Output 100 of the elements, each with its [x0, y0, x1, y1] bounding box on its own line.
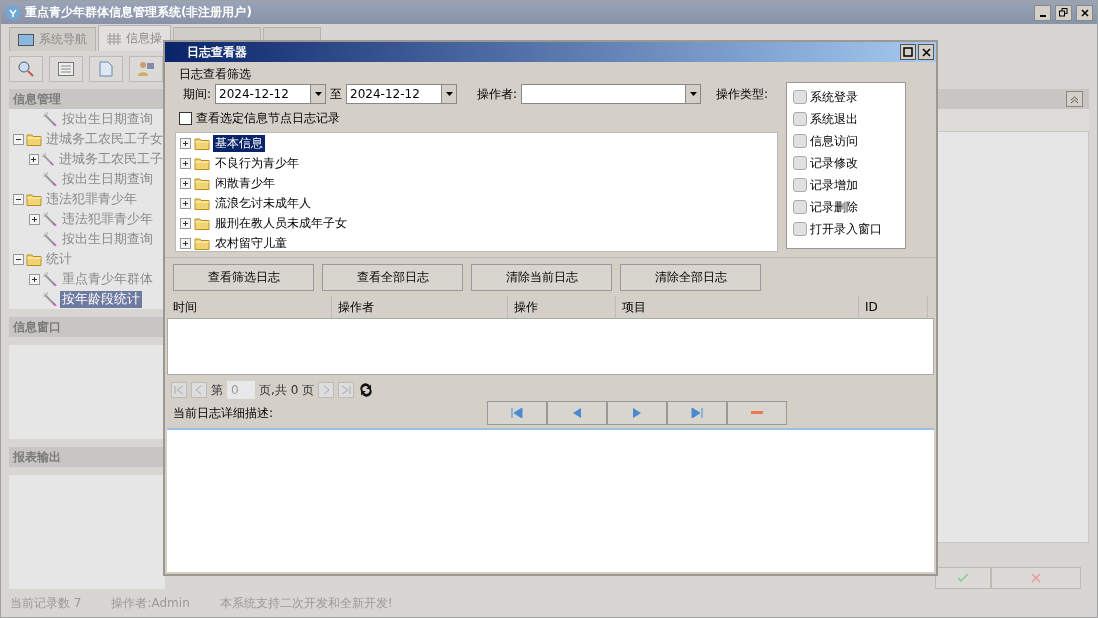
- previous-icon: [573, 408, 581, 418]
- tree-item[interactable]: 农村留守儿童: [213, 234, 289, 251]
- tree-item[interactable]: 流浪乞讨未成年人: [213, 194, 313, 212]
- checkbox-label[interactable]: 系统登录: [810, 88, 858, 106]
- status-text: 当前记录数 7: [10, 594, 82, 612]
- action-button[interactable]: 查看筛选日志: [173, 264, 314, 291]
- tree-item[interactable]: 基本信息: [213, 134, 265, 152]
- close-button[interactable]: [918, 44, 934, 60]
- list-icon: [58, 62, 74, 76]
- wand-icon: [42, 292, 58, 306]
- checkbox-label[interactable]: 打开录入窗口: [810, 220, 882, 238]
- tree-item[interactable]: 服刑在教人员未成年子女: [213, 214, 349, 232]
- field-label: 操作者:: [477, 85, 518, 103]
- checkbox[interactable]: [793, 156, 807, 170]
- refresh-icon[interactable]: [358, 382, 375, 398]
- checkbox-label[interactable]: 信息访问: [810, 132, 858, 150]
- field-label: 操作类型:: [715, 85, 769, 103]
- wand-icon: [40, 152, 55, 166]
- expand-icon[interactable]: [180, 197, 191, 209]
- expand-icon[interactable]: [180, 137, 191, 149]
- checkbox[interactable]: [793, 200, 807, 214]
- action-button[interactable]: 清除全部日志: [620, 264, 761, 291]
- folder-icon: [194, 236, 210, 250]
- collapse-icon[interactable]: [13, 253, 24, 265]
- folder-icon: [194, 196, 210, 210]
- checkbox[interactable]: [179, 111, 192, 125]
- page-label: 第: [211, 381, 223, 399]
- checkbox-label[interactable]: 查看选定信息节点日志记录: [196, 109, 340, 127]
- detail-label: 当前日志详细描述:: [173, 404, 275, 422]
- checkbox-label[interactable]: 记录增加: [810, 176, 858, 194]
- expand-icon[interactable]: [180, 157, 191, 169]
- operator-field[interactable]: [521, 84, 686, 104]
- minimize-button[interactable]: [1034, 4, 1051, 21]
- maximize-icon: [903, 47, 913, 57]
- checkbox-label[interactable]: 系统退出: [810, 110, 858, 128]
- expand-icon[interactable]: [29, 153, 39, 165]
- dropdown-button[interactable]: [310, 84, 327, 104]
- cross-icon: [1031, 573, 1041, 583]
- minus-icon: [751, 411, 763, 415]
- folder-icon: [194, 136, 210, 150]
- expand-icon[interactable]: [180, 217, 191, 229]
- previous-button[interactable]: [547, 401, 607, 425]
- action-button[interactable]: 清除当前日志: [471, 264, 612, 291]
- close-button[interactable]: [1076, 4, 1093, 21]
- wand-icon: [42, 212, 58, 226]
- group-title: 日志查看筛选: [179, 67, 251, 81]
- date-field[interactable]: 2024-12-12: [215, 84, 311, 104]
- window-title: 重点青少年群体信息管理系统(非注册用户): [25, 4, 253, 21]
- remove-button[interactable]: [727, 401, 787, 425]
- close-icon: [1080, 8, 1089, 17]
- search-button[interactable]: [9, 56, 43, 82]
- tree-item[interactable]: 按年龄段统计: [60, 290, 142, 308]
- dropdown-button[interactable]: [685, 84, 702, 104]
- checkbox[interactable]: [793, 90, 807, 104]
- next-button[interactable]: [607, 401, 667, 425]
- checkbox[interactable]: [793, 112, 807, 126]
- checkbox-label[interactable]: 记录删除: [810, 198, 858, 216]
- expand-icon[interactable]: [180, 177, 191, 189]
- first-button[interactable]: [487, 401, 547, 425]
- restore-button[interactable]: [1055, 4, 1072, 21]
- restore-icon: [1059, 8, 1068, 17]
- checkbox[interactable]: [793, 134, 807, 148]
- user-icon: [137, 61, 155, 77]
- action-button[interactable]: 查看全部日志: [322, 264, 463, 291]
- collapse-icon[interactable]: [13, 193, 24, 205]
- maximize-button[interactable]: [900, 44, 916, 60]
- wand-icon: [42, 172, 58, 186]
- checkbox-label[interactable]: 记录修改: [810, 154, 858, 172]
- dropdown-button[interactable]: [441, 84, 458, 104]
- last-icon: [691, 408, 703, 418]
- tree-item[interactable]: 闲散青少年: [213, 174, 277, 192]
- wand-icon: [42, 112, 58, 126]
- first-icon: [511, 408, 523, 418]
- document-icon: [99, 61, 113, 77]
- date-field[interactable]: 2024-12-12: [346, 84, 442, 104]
- wand-icon: [42, 232, 58, 246]
- checkbox[interactable]: [793, 178, 807, 192]
- app-logo-icon: [5, 4, 21, 21]
- double-chevron-icon: [1070, 94, 1079, 104]
- folder-icon: [26, 192, 42, 206]
- expand-icon[interactable]: [29, 213, 40, 225]
- collapse-button[interactable]: [1066, 91, 1083, 107]
- dropdown-arrow-icon: [445, 92, 453, 96]
- expand-icon[interactable]: [29, 273, 40, 285]
- section-header: 报表输出: [9, 447, 165, 467]
- list-button[interactable]: [49, 56, 83, 82]
- dialog-title: 日志查看器: [187, 43, 248, 61]
- folder-icon: [194, 176, 210, 190]
- folder-icon: [194, 156, 210, 170]
- checkbox[interactable]: [793, 222, 807, 236]
- next-icon: [633, 408, 641, 418]
- search-icon: [17, 60, 35, 78]
- status-text: 操作者:Admin: [111, 594, 190, 612]
- expand-icon[interactable]: [180, 237, 191, 249]
- tree-item[interactable]: 不良行为青少年: [213, 154, 301, 172]
- folder-icon: [26, 132, 42, 146]
- user-button[interactable]: [129, 56, 163, 82]
- collapse-icon[interactable]: [13, 133, 24, 145]
- minimize-icon: [1039, 14, 1046, 17]
- last-button[interactable]: [667, 401, 727, 425]
